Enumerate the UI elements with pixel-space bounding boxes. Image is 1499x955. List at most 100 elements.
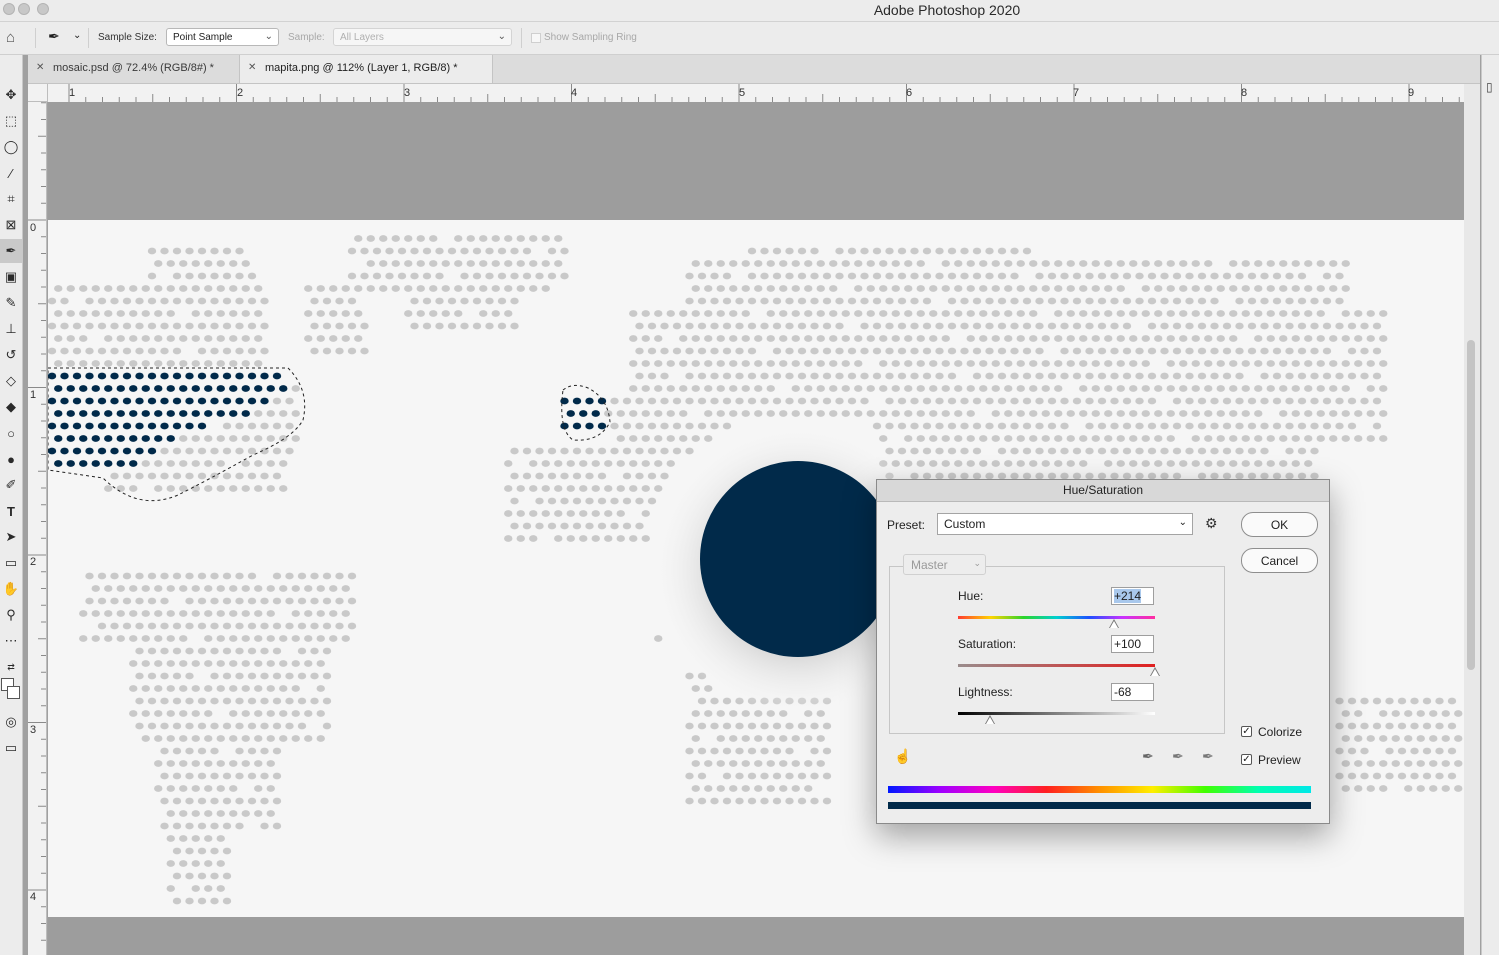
background-color-swatch[interactable] [7,686,20,699]
magic-wand-icon[interactable]: ⁄ [0,161,22,185]
map-dot [1091,285,1100,292]
map-dot [1329,335,1338,342]
map-dot [991,335,1000,342]
map-dot [716,260,725,267]
healing-icon[interactable]: ▣ [0,265,22,289]
map-dot [1110,372,1119,380]
channel-select[interactable]: Master ⌄ [903,554,986,575]
more-tools-icon[interactable]: ⋯ [0,629,22,653]
tab-mosaic[interactable]: ✕ mosaic.psd @ 72.4% (RGB/8#) * [28,55,240,83]
gear-icon[interactable]: ⚙ [1205,515,1218,532]
blur-icon[interactable]: ○ [0,421,22,445]
map-dot [1054,460,1063,467]
map-dot [1135,272,1144,280]
map-dot [79,310,88,317]
cancel-button[interactable]: Cancel [1241,548,1318,573]
saturation-input[interactable]: +100 [1111,635,1154,653]
saturation-slider-track[interactable] [958,664,1155,667]
map-dot [716,310,725,317]
map-dot [1447,722,1457,730]
map-dot [335,322,344,330]
colorize-checkbox[interactable]: ✓ [1241,726,1252,737]
crop-icon[interactable]: ⌗ [0,187,22,211]
marquee-icon[interactable]: ⬚ [0,109,22,133]
tab-mapita[interactable]: ✕ mapita.png @ 112% (Layer 1, RGB/8) * [240,55,493,83]
lightness-input[interactable]: -68 [1111,683,1154,701]
lightness-slider-thumb[interactable] [984,715,995,724]
eraser-icon[interactable]: ◇ [0,369,22,393]
hand-icon[interactable]: ✋ [0,577,22,601]
eyedropper-icon[interactable]: ✒ [48,28,60,45]
stamp-icon[interactable]: ⊥ [0,317,22,341]
brush-icon[interactable]: ✎ [0,291,22,315]
map-dot [247,297,257,305]
map-dot [485,297,494,305]
saturation-slider-thumb[interactable] [1150,667,1160,676]
eyedropper-minus-icon[interactable]: ✒ [1202,748,1214,765]
frame-icon[interactable]: ⊠ [0,213,22,237]
vertical-ruler[interactable]: 0 1 2 3 4 [28,102,47,955]
dodge-icon[interactable]: ● [0,447,22,471]
close-tab-icon[interactable]: ✕ [36,62,44,73]
screen-mode-icon[interactable]: ▭ [0,736,22,760]
ok-button[interactable]: OK [1241,512,1318,537]
map-dot [210,722,219,730]
map-dot [935,397,944,405]
map-dot [347,297,357,305]
map-dot [954,360,963,367]
map-dot [722,697,732,705]
path-select-icon[interactable]: ➤ [0,525,22,549]
eyedropper-icon[interactable]: ✒ [0,239,22,263]
scrollbar-thumb[interactable] [1467,340,1475,670]
hue-slider-thumb[interactable] [1108,619,1119,628]
map-dot [254,335,263,342]
ruler-origin[interactable] [28,84,48,102]
hue-input[interactable]: +214 [1111,587,1154,605]
lasso-icon[interactable]: ◯ [0,135,22,159]
eyedropper-icon[interactable]: ✒ [1142,748,1154,765]
panel-icon[interactable]: ▯ [1486,80,1493,94]
pen-icon[interactable]: ✐ [0,473,22,497]
map-dot [191,810,200,817]
map-dot [360,247,369,255]
rectangle-icon[interactable]: ▭ [0,551,22,575]
home-icon[interactable]: ⌂ [6,29,15,46]
horizontal-ruler[interactable]: 1 2 3 4 5 6 7 8 9 [48,84,1464,103]
show-sampling-ring-checkbox[interactable] [531,33,541,43]
map-dot [541,260,550,267]
panel-dock-strip[interactable]: ▯ [1481,55,1499,955]
map-dot [160,747,169,755]
sample-size-select[interactable]: Point Sample ⌄ [166,28,279,46]
map-dot [1066,285,1075,292]
paint-bucket-icon[interactable]: ◆ [0,395,22,419]
quick-mask-icon[interactable]: ◎ [0,710,22,734]
map-dot [1110,347,1119,355]
colorized-dot [79,385,88,392]
map-dot [247,747,257,755]
chevron-down-icon[interactable]: ⌄ [73,30,81,41]
map-dot [197,472,207,480]
swap-colors-icon[interactable]: ⇄ [0,655,22,679]
preset-select[interactable]: Custom ⌄ [937,513,1193,535]
map-dot [247,422,257,430]
map-dot [1241,460,1250,467]
map-dot [766,360,775,367]
hand-target-icon[interactable]: ☝ [894,748,911,765]
map-dot [154,635,163,642]
sample-select[interactable]: All Layers ⌄ [333,28,512,46]
map-dot [1097,372,1107,380]
map-dot [279,585,288,592]
map-dot [822,272,832,280]
map-dot [1279,335,1288,342]
map-dot [191,310,200,317]
move-icon[interactable]: ✥ [0,83,22,107]
hue-slider-track[interactable] [958,616,1155,619]
preview-checkbox[interactable]: ✓ [1241,754,1252,765]
map-dot [1354,410,1363,417]
map-dot [1204,360,1213,367]
zoom-icon[interactable]: ⚲ [0,603,22,627]
close-tab-icon[interactable]: ✕ [248,62,256,73]
type-icon[interactable]: T [0,499,22,523]
history-brush-icon[interactable]: ↺ [0,343,22,367]
eyedropper-plus-icon[interactable]: ✒ [1172,748,1184,765]
